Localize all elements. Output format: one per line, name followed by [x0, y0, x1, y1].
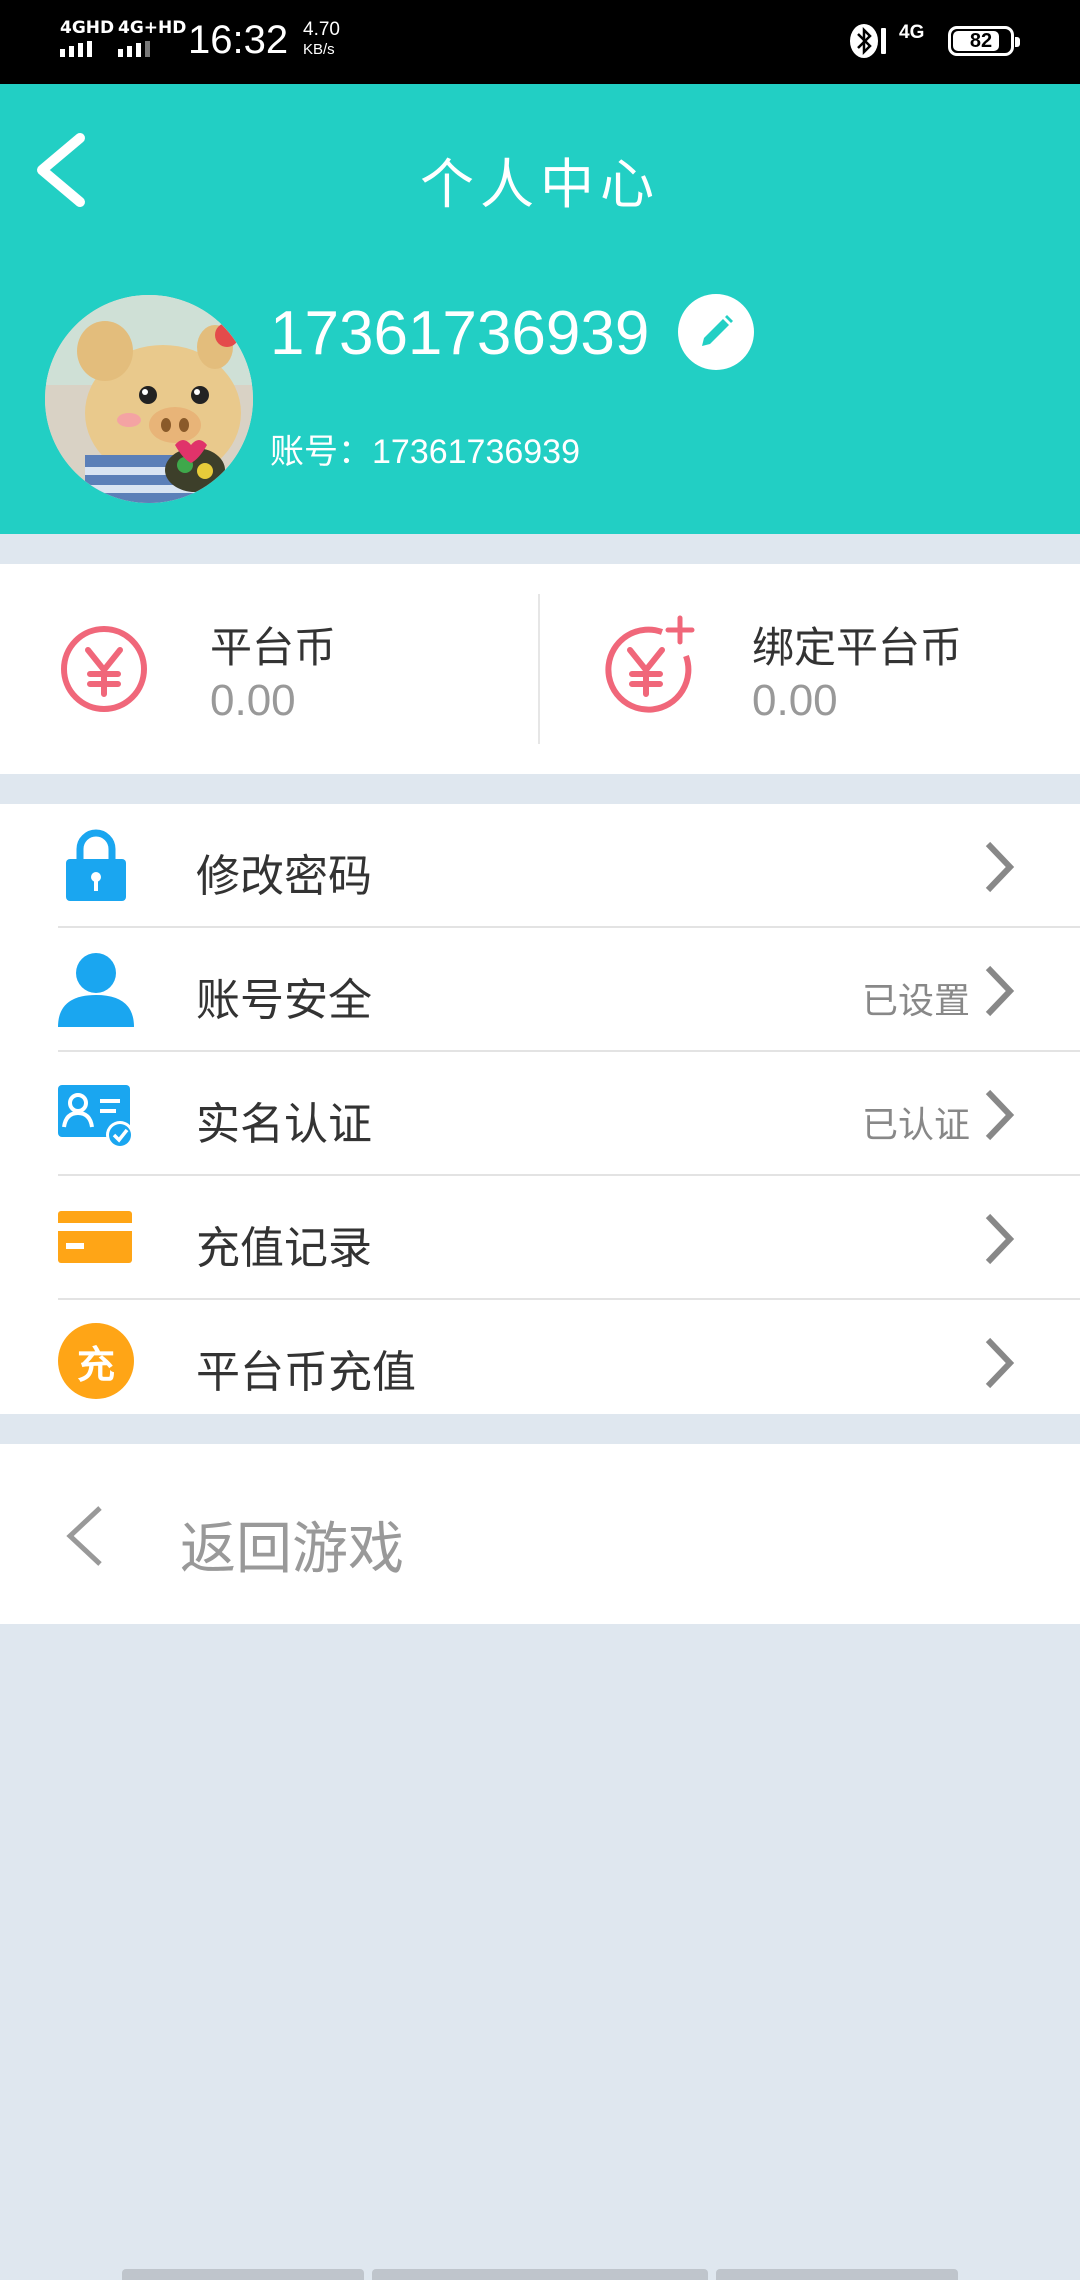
menu-item-label: 平台币充值 [196, 1347, 416, 1398]
sim1-signal: 4GHD [60, 18, 114, 57]
return-to-game-label: 返回游戏 [180, 1517, 404, 1582]
coin-label: 平台币 [210, 623, 337, 672]
card-icon [58, 1211, 132, 1263]
battery-icon: 82 [948, 26, 1020, 56]
nav-hint-bar [372, 2269, 708, 2280]
network-speed: 4.70 KB/s [303, 20, 340, 60]
avatar[interactable] [45, 295, 253, 503]
pencil-icon [702, 315, 733, 346]
menu-item-account-security[interactable]: 账号安全 已设置 [0, 928, 1080, 1050]
account-line: 账号：17361736939 [270, 424, 580, 473]
bound-platform-coin[interactable]: 绑定平台币 0.00 [540, 564, 1080, 774]
username: 17361736939 [270, 299, 650, 368]
coin-value: 0.00 [210, 676, 296, 725]
nav-hint-bar [716, 2269, 958, 2280]
coin-label: 绑定平台币 [752, 623, 963, 672]
menu-item-status: 已认证 [861, 1105, 970, 1146]
chevron-left-icon [66, 1506, 102, 1566]
platform-coin[interactable]: 平台币 0.00 [0, 564, 538, 774]
recharge-icon: 充 [58, 1323, 134, 1399]
speed-unit: KB/s [303, 41, 335, 58]
chevron-right-icon [985, 1213, 1015, 1265]
chevron-right-icon [985, 1089, 1015, 1141]
chevron-right-icon [985, 965, 1015, 1017]
sim2-signal: 4G+HD [118, 18, 186, 57]
edit-profile-button[interactable] [678, 294, 754, 370]
page-title: 个人中心 [420, 153, 660, 216]
profile-header: 个人中心 17361736939 账号：17361736939 [0, 84, 1080, 534]
account-label: 账号： [270, 432, 372, 472]
menu-item-change-password[interactable]: 修改密码 [0, 804, 1080, 926]
user-icon [58, 953, 134, 1027]
bluetooth-icon [850, 24, 886, 58]
menu-item-recharge-history[interactable]: 充值记录 [0, 1176, 1080, 1298]
yuan-coin-plus-icon [605, 615, 695, 713]
sim2-label: 4G+HD [118, 18, 187, 38]
chevron-right-icon [985, 1337, 1015, 1389]
menu-item-status: 已设置 [861, 981, 970, 1022]
signal-bars-icon [60, 41, 114, 57]
menu-item-label: 修改密码 [196, 851, 372, 902]
coin-value: 0.00 [752, 676, 838, 725]
chevron-right-icon [985, 841, 1015, 893]
id-card-icon [58, 1085, 134, 1149]
signal-bars-icon [118, 41, 186, 57]
network-type: 4G [899, 22, 925, 43]
speed-value: 4.70 [303, 19, 340, 40]
menu-item-coin-recharge[interactable]: 充 平台币充值 [0, 1300, 1080, 1422]
nav-hint-bar [122, 2269, 364, 2280]
sim1-label: 4GHD [60, 18, 115, 38]
yuan-coin-icon [61, 626, 147, 712]
lock-icon [66, 829, 126, 901]
battery-level: 82 [969, 29, 993, 52]
status-bar: 4GHD 4G+HD 16:32 4.70 KB/s 4G 82 [0, 0, 1080, 84]
menu-item-real-name-verification[interactable]: 实名认证 已认证 [0, 1052, 1080, 1174]
menu-item-label: 账号安全 [196, 975, 372, 1026]
menu-item-label: 实名认证 [196, 1099, 372, 1150]
clock: 16:32 [188, 18, 289, 62]
return-to-game-button[interactable]: 返回游戏 [0, 1444, 1080, 1624]
menu-item-label: 充值记录 [196, 1223, 372, 1274]
settings-menu: 修改密码 账号安全 已设置 实名认证 已认证 充值记录 充 平台币充值 [0, 804, 1080, 1414]
pig-avatar-image [45, 295, 253, 503]
account-number: 17361736939 [372, 433, 581, 471]
coin-balance-card: 平台币 0.00 绑定平台币 0.00 [0, 564, 1080, 774]
